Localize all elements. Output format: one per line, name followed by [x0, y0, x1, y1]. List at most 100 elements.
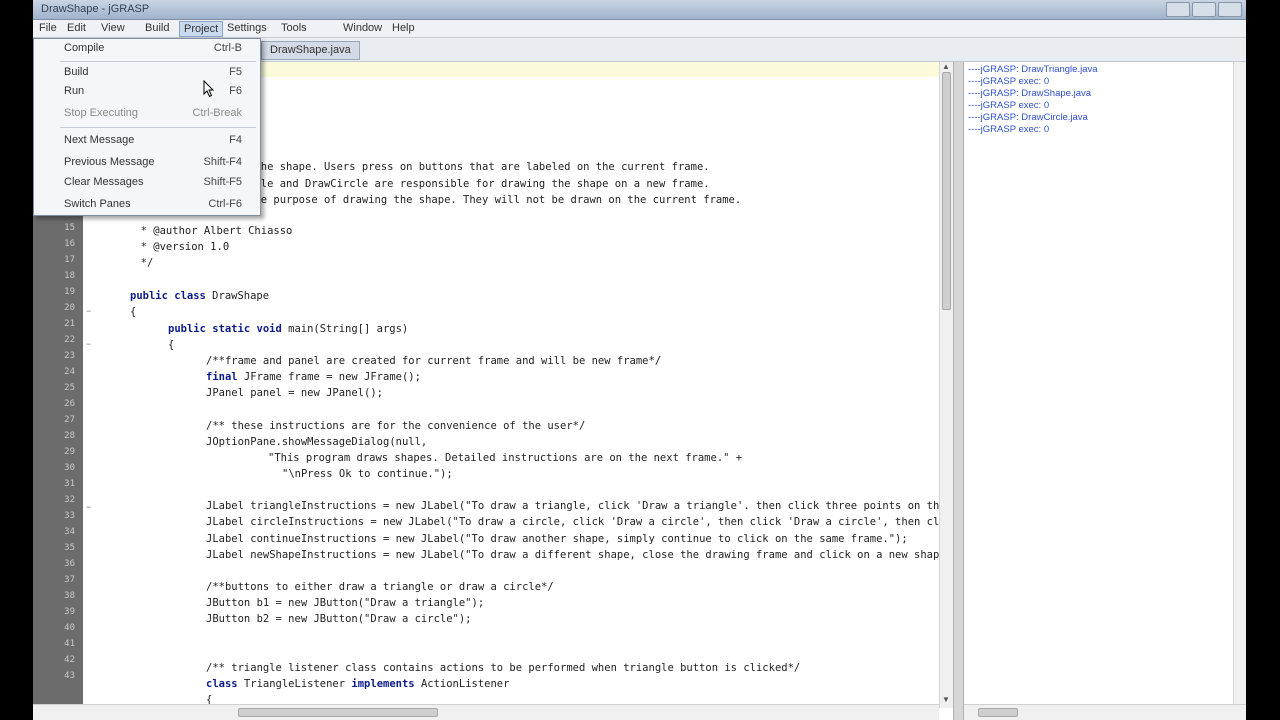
fold-marker-icon[interactable]: − [86, 339, 91, 349]
menu-window[interactable]: Window [339, 21, 386, 37]
line-number: 22 [64, 335, 75, 345]
menu-item-shortcut: F6 [229, 85, 242, 97]
build-menu-dropdown: Compile Ctrl-B Build F5 Run F6 Stop Exec… [33, 38, 261, 216]
line-number: 24 [64, 367, 75, 377]
tab-drawshape[interactable]: DrawShape.java [261, 41, 360, 60]
menu-item-stop-executing[interactable]: Stop Executing Ctrl-Break [34, 104, 260, 123]
menu-item-label: Previous Message [64, 156, 155, 168]
menu-item-switch-panes[interactable]: Switch Panes Ctrl-F6 [34, 195, 260, 214]
code-text: JFrame frame = new JFrame(); [237, 371, 421, 383]
maximize-button[interactable] [1192, 2, 1216, 17]
output-line: ----jGRASP: DrawCircle.java [968, 112, 1088, 123]
line-number: 27 [64, 415, 75, 425]
code-line: /**buttons to either draw a triangle or … [206, 581, 554, 593]
menu-separator [60, 61, 256, 62]
menu-tools[interactable]: Tools [277, 21, 311, 37]
menu-item-previous-message[interactable]: Previous Message Shift-F4 [34, 153, 260, 172]
menu-help[interactable]: Help [388, 21, 419, 37]
line-number: 29 [64, 447, 75, 457]
menu-item-label: Next Message [64, 134, 135, 146]
menu-item-build[interactable]: Build F5 [34, 63, 260, 82]
line-number: 17 [64, 255, 75, 265]
messages-vertical-scrollbar[interactable] [1233, 62, 1246, 708]
line-number: 23 [64, 351, 75, 361]
code-keyword: class [206, 678, 238, 690]
code-line: JLabel triangleInstructions = new JLabel… [206, 500, 939, 512]
code-keyword: final [206, 371, 238, 383]
code-line: * @author Albert Chiasso [128, 225, 293, 237]
code-line: JLabel circleInstructions = new JLabel("… [206, 516, 939, 528]
scroll-up-icon[interactable]: ▲ [942, 62, 950, 71]
menu-separator [60, 127, 256, 128]
code-text: main(String[] args) [281, 323, 409, 335]
menu-item-next-message[interactable]: Next Message F4 [34, 131, 260, 150]
menu-build-sub[interactable]: Build [141, 21, 173, 37]
line-number: 31 [64, 479, 75, 489]
menu-bar: File Edit View Build Project Settings To… [33, 20, 1246, 38]
scroll-down-icon[interactable]: ▼ [942, 695, 950, 704]
line-number: 43 [64, 671, 75, 681]
window-controls [1166, 2, 1242, 17]
menu-item-shortcut: F5 [229, 66, 242, 78]
output-line: ----jGRASP exec: 0 [968, 100, 1050, 111]
line-number: 28 [64, 431, 75, 441]
code-keyword: public static void [168, 323, 282, 335]
menu-item-clear-messages[interactable]: Clear Messages Shift-F5 [34, 173, 260, 192]
line-number: 34 [64, 527, 75, 537]
code-line: JButton b2 = new JButton("Draw a circle"… [206, 613, 472, 625]
line-number: 30 [64, 463, 75, 473]
menu-item-run[interactable]: Run F6 [34, 82, 260, 101]
output-line: ----jGRASP exec: 0 [968, 76, 1050, 87]
output-line: ----jGRASP exec: 0 [968, 124, 1050, 135]
menu-edit[interactable]: Edit [63, 21, 90, 37]
editor-vertical-scrollbar[interactable]: ▲ ▼ [939, 62, 953, 708]
menu-project[interactable]: Project [179, 21, 224, 37]
menu-item-shortcut: Ctrl-F6 [208, 198, 242, 210]
code-line: JPanel panel = new JPanel(); [206, 387, 384, 399]
output-line: ----jGRASP: DrawShape.java [968, 88, 1092, 99]
editor-horizontal-scrollbar[interactable] [33, 704, 939, 720]
screen-border-left [0, 0, 33, 720]
line-number: 19 [64, 287, 75, 297]
line-number: 42 [64, 655, 75, 665]
screen-border-right [1246, 0, 1280, 720]
code-line: { [168, 339, 175, 351]
menu-item-compile[interactable]: Compile Ctrl-B [34, 39, 260, 58]
line-number: 16 [64, 239, 75, 249]
menu-item-shortcut: Shift-F5 [203, 176, 242, 188]
messages-horizontal-scrollbar[interactable] [964, 704, 1246, 720]
menu-file[interactable]: File [35, 21, 61, 37]
code-line: JButton b1 = new JButton("Draw a triangl… [206, 597, 485, 609]
menu-item-label: Stop Executing [64, 107, 138, 119]
output-line: ----jGRASP: DrawTriangle.java [968, 64, 1098, 75]
menu-settings[interactable]: Settings [223, 21, 271, 37]
close-button[interactable] [1218, 2, 1242, 17]
window-title: DrawShape - jGRASP [41, 3, 150, 15]
pane-divider[interactable] [953, 62, 964, 720]
line-number: 32 [64, 495, 75, 505]
fold-marker-icon[interactable]: − [86, 306, 91, 316]
line-number: 21 [64, 319, 75, 329]
line-number: 25 [64, 383, 75, 393]
line-number: 38 [64, 591, 75, 601]
fold-marker-icon[interactable]: − [86, 502, 91, 512]
code-line: * @version 1.0 [128, 241, 230, 253]
menu-item-label: Run [64, 85, 85, 97]
menu-item-label: Build [64, 66, 89, 78]
mouse-pointer-icon [203, 80, 215, 98]
code-line: /** these instructions are for the conve… [206, 420, 586, 432]
messages-pane: ----jGRASP: DrawTriangle.java ----jGRASP… [964, 62, 1246, 708]
scrollbar-thumb[interactable] [238, 708, 438, 717]
line-number: 20 [64, 303, 75, 313]
code-line: /**frame and panel are created for curre… [206, 355, 662, 367]
menu-item-shortcut: Ctrl-Break [192, 107, 242, 119]
code-text: ActionListener [414, 678, 510, 690]
menu-view[interactable]: View [97, 21, 129, 37]
minimize-button[interactable] [1166, 2, 1190, 17]
code-keyword: implements [351, 678, 415, 690]
line-number: 40 [64, 623, 75, 633]
scrollbar-thumb[interactable] [978, 708, 1018, 717]
code-line: /** triangle listener class contains act… [206, 662, 801, 674]
ide-window: DrawShape - jGRASP File Edit View Build … [33, 0, 1246, 720]
scrollbar-thumb[interactable] [942, 72, 951, 310]
